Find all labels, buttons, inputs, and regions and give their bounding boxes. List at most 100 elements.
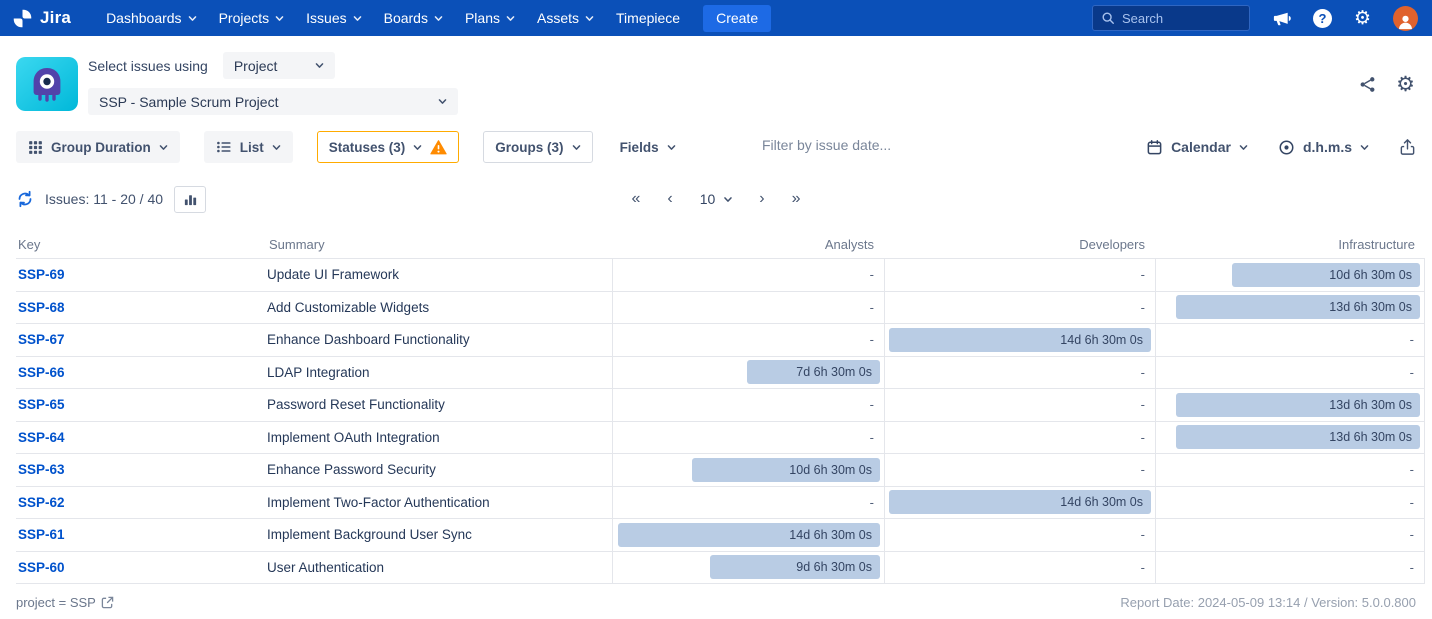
external-link-icon [101,596,114,609]
previous-page-button[interactable]: ‹ [667,191,672,207]
chevron-down-icon [585,14,594,23]
export-button[interactable] [1399,138,1416,157]
empty-duration: - [870,430,874,445]
issues-count-label: Issues: 11 - 20 / 40 [45,191,163,207]
empty-duration: - [1410,332,1414,347]
issue-key-link[interactable]: SSP-69 [18,267,65,282]
group-duration-button[interactable]: Group Duration [16,131,180,163]
avatar[interactable] [1393,6,1418,31]
share-icon [1358,75,1377,94]
analysts-duration-cell: - [612,292,884,324]
issue-key-link[interactable]: SSP-62 [18,495,65,510]
project-select[interactable]: SSP - Sample Scrum Project [88,88,458,115]
duration-label: 13d 6h 30m 0s [1329,300,1412,314]
duration-label: 14d 6h 30m 0s [789,528,872,542]
list-icon [216,139,232,155]
jql-filter-link[interactable]: project = SSP [16,595,114,610]
empty-duration: - [1410,527,1414,542]
developers-duration-cell: - [884,422,1155,454]
duration-format-button[interactable]: d.h.m.s [1278,139,1369,156]
developers-duration-cell: - [884,259,1155,291]
chart-view-button[interactable] [174,186,206,213]
issue-key-cell: SSP-68 [16,292,267,324]
statuses-filter-button[interactable]: Statuses (3) [317,131,460,163]
calendar-view-button[interactable]: Calendar [1146,139,1248,156]
analysts-duration-cell: - [612,324,884,356]
pager: « ‹ 10 › » [631,176,800,222]
nav-item-issues[interactable]: Issues [295,0,372,36]
chevron-down-icon [434,14,443,23]
issue-key-cell: SSP-60 [16,552,267,584]
table-row: SSP-62 Implement Two-Factor Authenticatio… [16,487,1425,520]
issue-key-link[interactable]: SSP-63 [18,462,65,477]
first-page-button[interactable]: « [631,191,640,207]
empty-duration: - [1141,365,1145,380]
create-button[interactable]: Create [703,5,771,32]
issue-source-select[interactable]: Project [223,52,335,79]
announcements-megaphone-icon[interactable] [1272,9,1291,28]
developers-duration-cell: 14d 6h 30m 0s [884,487,1155,519]
infrastructure-duration-cell: 13d 6h 30m 0s [1155,389,1425,421]
chevron-down-icon [272,143,281,152]
duration-bar: 14d 6h 30m 0s [618,523,880,547]
issue-key-link[interactable]: SSP-66 [18,365,65,380]
chevron-down-icon [353,14,362,23]
report-settings-gear-icon[interactable]: ⚙ [1396,74,1415,95]
chevron-down-icon [506,14,515,23]
pagination-bar: Issues: 11 - 20 / 40 « ‹ 10 › » [0,176,1432,222]
issue-summary: Enhance Password Security [267,462,436,477]
issue-key-link[interactable]: SSP-64 [18,430,65,445]
brand-name: Jira [40,8,71,28]
issue-summary: Enhance Dashboard Functionality [267,332,470,347]
issue-key-link[interactable]: SSP-68 [18,300,65,315]
issue-key-link[interactable]: SSP-67 [18,332,65,347]
chevron-down-icon [188,14,197,23]
search-box[interactable] [1092,5,1250,31]
refresh-button[interactable] [16,190,34,208]
page-size-select[interactable]: 10 [700,191,733,207]
issue-summary: Implement Two-Factor Authentication [267,495,490,510]
developers-duration-cell: - [884,519,1155,551]
help-icon[interactable]: ? [1313,9,1332,28]
share-button[interactable] [1358,75,1377,94]
issue-summary-cell: Password Reset Functionality [267,389,612,421]
issue-summary: Implement OAuth Integration [267,430,440,445]
chevron-down-icon [315,61,324,70]
next-page-button[interactable]: › [759,191,764,207]
refresh-icon [16,190,34,208]
empty-duration: - [1410,560,1414,575]
issue-key-link[interactable]: SSP-65 [18,397,65,412]
admin-gear-icon[interactable]: ⚙ [1354,9,1371,28]
page-size-value: 10 [700,191,716,207]
search-input[interactable] [1122,11,1241,26]
nav-item-label: Plans [465,10,500,26]
issue-date-filter-input[interactable] [762,137,992,153]
duration-label: 7d 6h 30m 0s [796,365,872,379]
issue-key-link[interactable]: SSP-61 [18,527,65,542]
nav-item-boards[interactable]: Boards [373,0,454,36]
fields-button[interactable]: Fields [617,131,679,163]
last-page-button[interactable]: » [792,191,801,207]
issue-key-link[interactable]: SSP-60 [18,560,65,575]
report-header: Select issues using Project SSP - Sample… [0,36,1432,128]
select-issues-label: Select issues using [88,58,208,74]
table-row: SSP-67Enhance Dashboard Functionality-14… [16,324,1425,357]
export-icon [1399,138,1416,157]
issue-summary-cell: Update UI Framework [267,259,612,291]
nav-item-projects[interactable]: Projects [208,0,296,36]
issue-summary-cell: LDAP Integration [267,357,612,389]
issue-key-cell: SSP-67 [16,324,267,356]
table-row: SSP-68Add Customizable Widgets--13d 6h 3… [16,292,1425,325]
user-silhouette-icon [1396,12,1415,31]
developers-duration-cell: - [884,292,1155,324]
view-mode-button[interactable]: List [204,131,293,163]
nav-item-timepiece[interactable]: Timepiece [605,0,691,36]
groups-filter-button[interactable]: Groups (3) [483,131,592,163]
nav-item-label: Assets [537,10,579,26]
table-row: SSP-65Password Reset Functionality--13d … [16,389,1425,422]
infrastructure-duration-cell: 13d 6h 30m 0s [1155,292,1425,324]
nav-item-plans[interactable]: Plans [454,0,526,36]
nav-item-assets[interactable]: Assets [526,0,605,36]
jira-home-link[interactable]: Jira [12,8,71,29]
nav-item-dashboards[interactable]: Dashboards [95,0,208,36]
